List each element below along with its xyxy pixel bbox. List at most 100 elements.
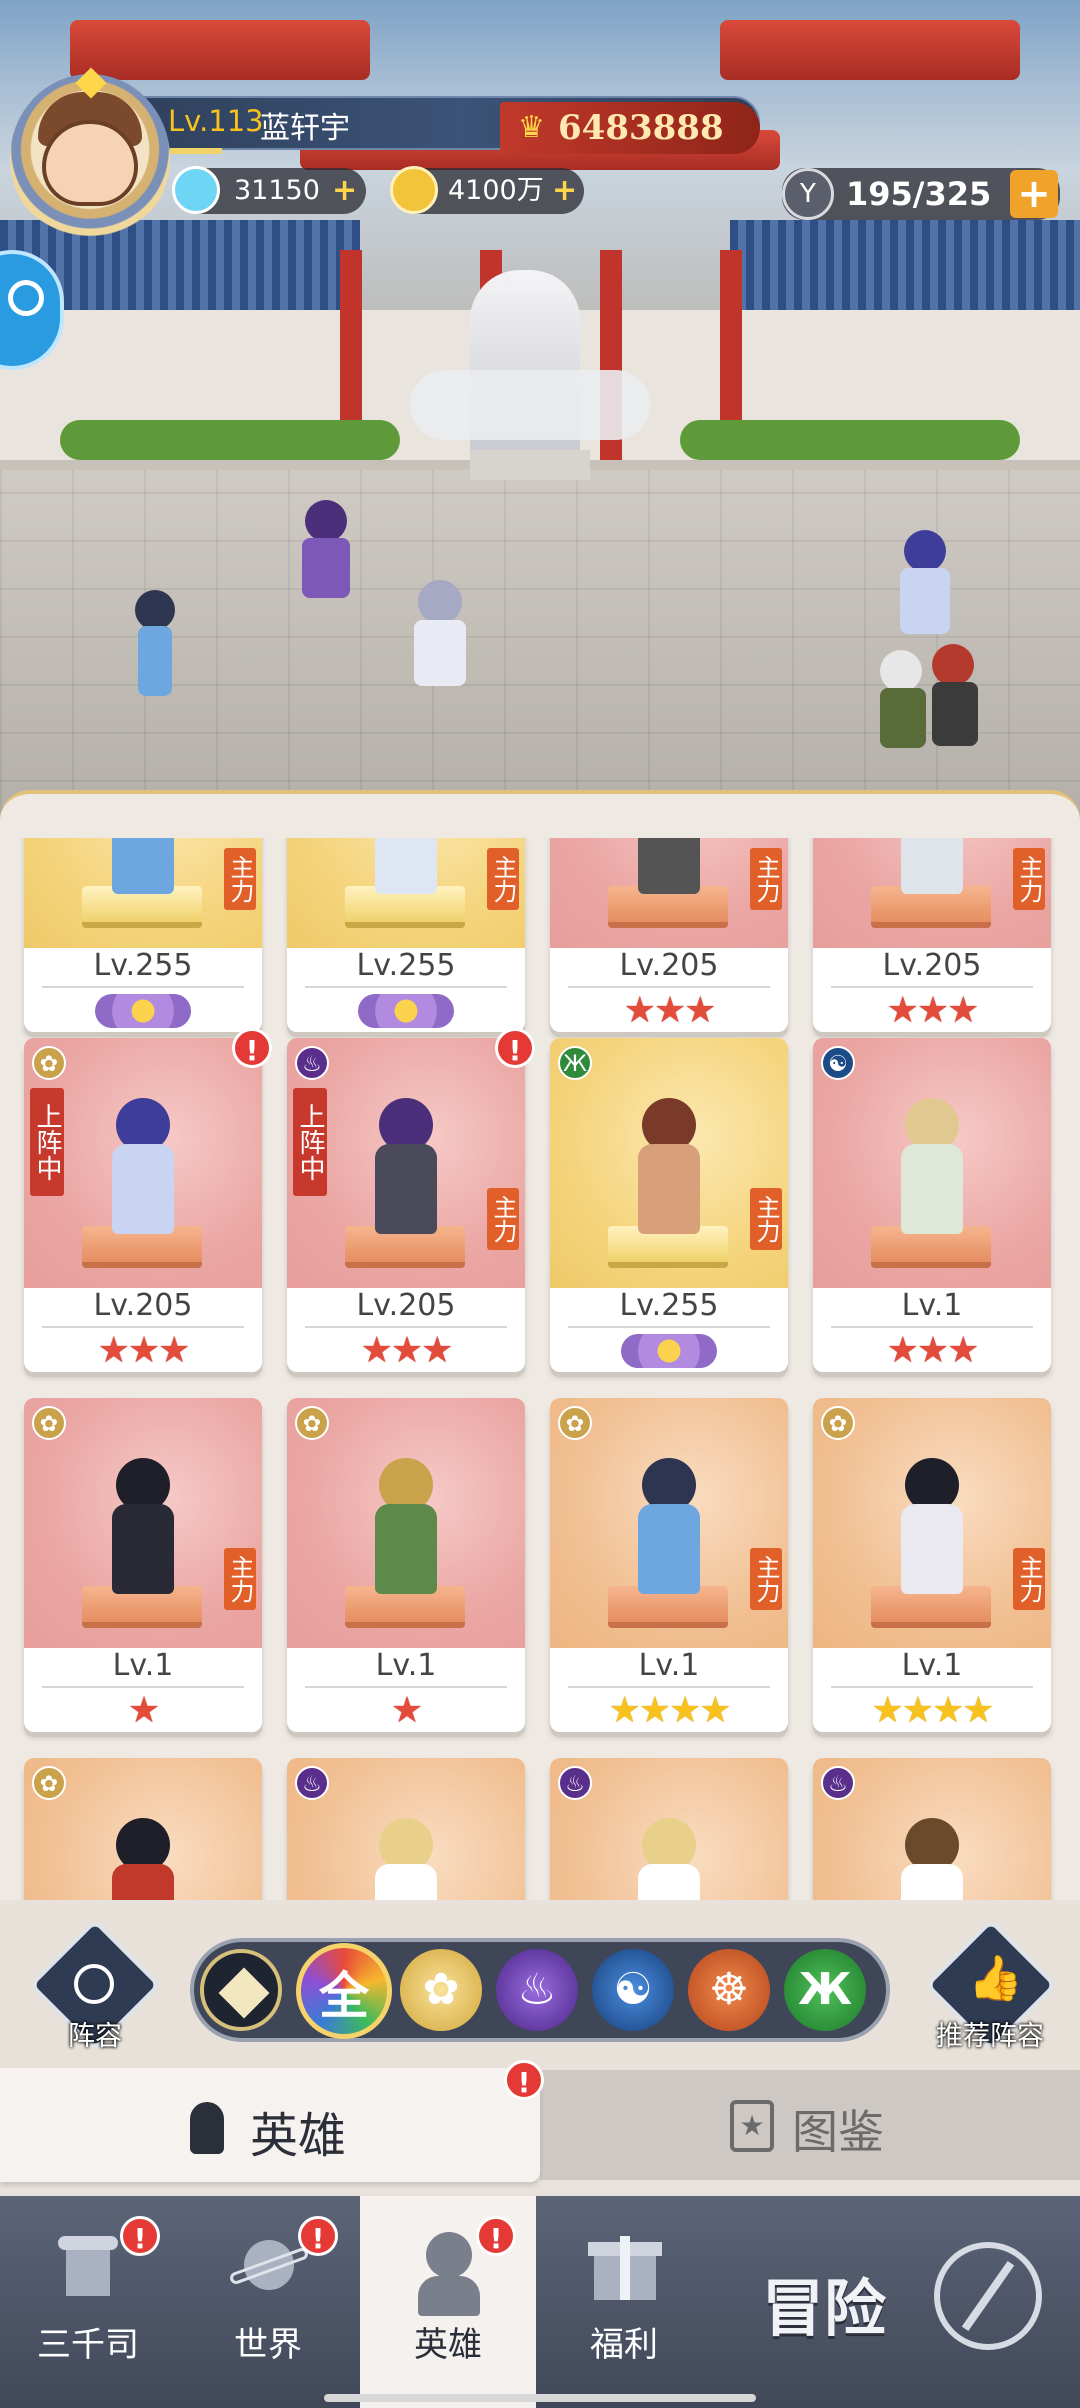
diamond-counter: 31150 + xyxy=(172,166,366,214)
hero-card[interactable]: ✿ Lv.1 ★ xyxy=(287,1398,525,1732)
hero-card[interactable]: ♨ xyxy=(287,1758,525,1900)
star-rating: ★★★ xyxy=(360,1330,454,1371)
yin-faction-icon: ☯ xyxy=(821,1046,855,1080)
hero-level: Lv.255 xyxy=(287,948,525,988)
filter-dna[interactable]: Ж xyxy=(784,1949,866,2031)
filter-all-factions[interactable] xyxy=(200,1949,282,2031)
stamina-icon: Y xyxy=(782,168,834,220)
lotus-faction-icon: ✿ xyxy=(32,1766,66,1800)
lotus-faction-icon: ✿ xyxy=(558,1406,592,1440)
hero-sprite xyxy=(102,1818,184,1900)
nav-label-heroes: 英雄 xyxy=(414,2325,482,2365)
hero-card[interactable]: ☯ Lv.1 ★★★ xyxy=(813,1038,1051,1372)
hero-list[interactable]: 主力 Lv.255 主力 Lv.255 主力 Lv.205 ★★★ 主力 Lv.205 ★★★ ✿ 上… xyxy=(0,838,1080,1900)
battle-hero-swordsman xyxy=(130,590,180,700)
hero-sprite xyxy=(102,838,184,898)
filter-yinyang[interactable]: ☯ xyxy=(592,1949,674,2031)
hero-level: Lv.1 xyxy=(813,1648,1051,1688)
hero-card[interactable]: 主力 Lv.205 ★★★ xyxy=(550,838,788,1032)
nav-welfare[interactable]: 福利 xyxy=(536,2196,712,2408)
star-rating: ★★★ xyxy=(886,990,980,1031)
add-stamina-button[interactable]: + xyxy=(1010,170,1058,218)
hero-card[interactable]: Ж 主力 Lv.255 xyxy=(550,1038,788,1372)
hero-card[interactable]: ✿ 主力 Lv.1 ★ xyxy=(24,1398,262,1732)
hero-sprite xyxy=(102,1458,184,1598)
meditation-icon: ☸ xyxy=(709,1964,749,2015)
hero-level: Lv.205 xyxy=(813,948,1051,988)
tab-codex[interactable]: ★ 图鉴 xyxy=(540,2070,1080,2180)
hero-level: Lv.255 xyxy=(24,948,262,988)
recommend-label: 推荐阵容 xyxy=(936,2021,1044,2052)
hero-sprite xyxy=(628,1458,710,1598)
player-level: Lv.113 xyxy=(168,104,264,138)
flame-faction-icon: ♨ xyxy=(558,1766,592,1800)
add-gold-button[interactable]: + xyxy=(552,168,577,214)
divider xyxy=(568,1326,770,1328)
hedge-right xyxy=(680,420,1020,460)
recommend-lineup-button[interactable]: 👍 推荐阵容 xyxy=(924,1918,1058,2052)
adventure-button[interactable]: 冒险 xyxy=(714,2196,1080,2408)
hero-alert-icon: ! xyxy=(232,1028,272,1068)
hero-sprite xyxy=(365,838,447,898)
lineup-button[interactable]: 阵容 xyxy=(28,1918,162,2052)
nav-heroes-alert-icon: ! xyxy=(476,2216,516,2256)
hero-sprite xyxy=(628,1098,710,1238)
main-force-badge: 主力 xyxy=(750,1188,782,1250)
filter-flame[interactable]: ♨ xyxy=(496,1949,578,2031)
lotus-faction-icon: ✿ xyxy=(32,1406,66,1440)
hero-card[interactable]: ✿ 主力 Lv.1 ★★★★ xyxy=(550,1398,788,1732)
hero-sprite xyxy=(628,1818,710,1900)
all-factions-icon xyxy=(218,1967,270,2019)
divider xyxy=(305,986,507,988)
divider xyxy=(305,1326,507,1328)
hero-sprite xyxy=(891,1818,973,1900)
main-force-badge: 主力 xyxy=(750,1548,782,1610)
hero-card[interactable]: ♨ xyxy=(813,1758,1051,1900)
hero-level: Lv.1 xyxy=(287,1648,525,1688)
planet-icon xyxy=(228,2226,310,2306)
statue-base xyxy=(470,450,590,480)
power-icon: ♛ xyxy=(518,110,545,145)
filter-meditation[interactable]: ☸ xyxy=(688,1949,770,2031)
hero-level: Lv.255 xyxy=(550,1288,788,1328)
lineup-icon xyxy=(74,1964,114,2004)
player-avatar[interactable] xyxy=(42,120,138,206)
main-force-badge: 主力 xyxy=(224,848,256,910)
yinyang-icon: ☯ xyxy=(613,1964,653,2015)
blue-roof-right xyxy=(730,220,1080,310)
hero-card[interactable]: ✿ 主力 Lv.1 ★★★★ xyxy=(813,1398,1051,1732)
codex-icon: ★ xyxy=(730,2100,774,2152)
power-value: 6483888 xyxy=(558,108,724,148)
star-rating: ★★★ xyxy=(97,1330,191,1371)
hero-card[interactable]: ✿ xyxy=(24,1758,262,1900)
rank-badge-icon xyxy=(550,1330,788,1372)
deployed-badge: 上阵中 xyxy=(293,1088,327,1196)
hero-grid: 主力 Lv.255 主力 Lv.255 主力 Lv.205 ★★★ 主力 Lv.205 ★★★ ✿ 上… xyxy=(0,838,1080,1900)
tab-heroes[interactable]: 英雄 xyxy=(0,2068,540,2182)
diamond-value: 31150 xyxy=(234,175,320,206)
deployed-badge: 上阵中 xyxy=(30,1088,64,1196)
rank-badge-icon xyxy=(287,990,525,1032)
hero-alert-icon: ! xyxy=(495,1028,535,1068)
hero-card[interactable]: 主力 Lv.255 xyxy=(24,838,262,1032)
hero-level: Lv.1 xyxy=(813,1288,1051,1328)
star-rating: ★ xyxy=(390,1690,423,1731)
hero-sprite xyxy=(365,1458,447,1598)
hero-sprite xyxy=(891,838,973,898)
hero-card[interactable]: ✿ 上阵中 Lv.205 ★★★ xyxy=(24,1038,262,1372)
divider xyxy=(831,986,1033,988)
filter-lotus[interactable]: ✿ xyxy=(400,1949,482,2031)
divider xyxy=(831,1326,1033,1328)
hero-card[interactable]: 主力 Lv.205 ★★★ xyxy=(813,838,1051,1032)
filter-all-button[interactable]: 全 xyxy=(296,1943,392,2039)
hero-level: Lv.205 xyxy=(287,1288,525,1328)
nav-label-world: 世界 xyxy=(234,2325,302,2365)
add-diamond-button[interactable]: + xyxy=(332,168,357,214)
hero-sprite xyxy=(628,838,710,898)
hero-sprite xyxy=(365,1818,447,1900)
star-rating: ★★★ xyxy=(623,990,717,1031)
flame-icon: ♨ xyxy=(517,1964,557,2015)
hero-card[interactable]: 主力 Lv.255 xyxy=(287,838,525,1032)
hero-card[interactable]: ♨ xyxy=(550,1758,788,1900)
hero-card[interactable]: ♨ 上阵中 主力 Lv.205 ★★★ xyxy=(287,1038,525,1372)
